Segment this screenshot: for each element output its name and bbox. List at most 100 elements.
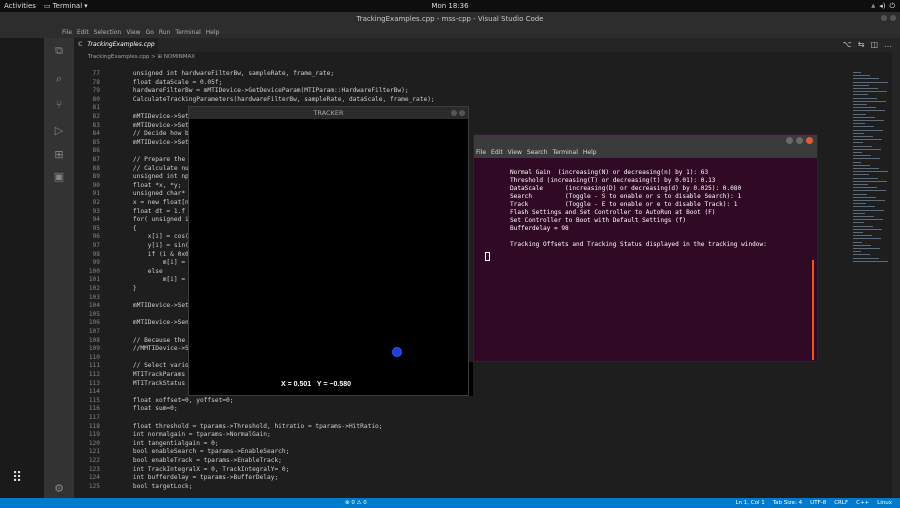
line-number: 86: [92, 147, 100, 155]
code-line[interactable]: 79 hardwareFilterBw = mMTIDevice->GetDev…: [74, 87, 834, 95]
code-line[interactable]: 116 float sum=0;: [74, 405, 834, 413]
menu-run[interactable]: Run: [159, 29, 171, 36]
code-text: unsigned char* m;: [118, 190, 197, 198]
tab-trackingexamples[interactable]: C TrackingExamples.cpp ×: [74, 38, 158, 62]
terminal-line: Set Controller to Boot with Default Sett…: [510, 217, 687, 224]
extensions-icon[interactable]: ⊞: [52, 148, 66, 162]
code-line[interactable]: 80 CalculateTrackingParameters(hardwareF…: [74, 96, 834, 104]
terminal-close-button[interactable]: [806, 137, 813, 144]
tab-label: TrackingExamples.cpp: [87, 41, 155, 48]
menu-view[interactable]: View: [126, 29, 140, 36]
line-number: 118: [88, 422, 100, 430]
terminal-output[interactable]: Normal Gain (increasing(N) or decreasing…: [510, 169, 767, 249]
code-line[interactable]: 118 float threshold = tparams->Threshold…: [74, 423, 834, 431]
remote-explorer-icon[interactable]: ▣: [52, 170, 66, 184]
minimap-line: [853, 142, 863, 144]
chevron-down-icon: ▾: [84, 2, 88, 10]
minimap-line: [853, 219, 883, 221]
line-number: 88: [92, 164, 100, 172]
terminal-menu-help[interactable]: Help: [583, 147, 597, 158]
code-text: x[i] = cos( 1: [118, 233, 197, 241]
terminal-maximize-button[interactable]: [796, 137, 803, 144]
terminal-menu-file[interactable]: File: [476, 147, 486, 158]
compare-icon[interactable]: ⌥: [843, 38, 852, 52]
terminal-scrollbar[interactable]: [812, 260, 814, 360]
code-text: for( unsigned int: [118, 216, 197, 224]
terminal-menu-edit[interactable]: Edit: [491, 147, 503, 158]
terminal-title-bar[interactable]: [474, 135, 817, 147]
menu-file[interactable]: File: [62, 29, 72, 36]
code-text: {: [118, 224, 137, 232]
editor-scrollbar[interactable]: [892, 52, 900, 498]
explorer-icon[interactable]: ⧉: [52, 44, 66, 58]
line-number: 95: [92, 224, 100, 232]
code-line[interactable]: 124 int bufferdelay = tparams->BufferDel…: [74, 474, 834, 482]
tab-size[interactable]: Tab Size: 4: [773, 498, 802, 508]
menu-help[interactable]: Help: [206, 29, 220, 36]
tracker-minimize-button[interactable]: [451, 110, 457, 116]
minimap-line: [853, 158, 880, 160]
show-applications-icon[interactable]: ⠿: [12, 470, 22, 486]
terminal-menu-search[interactable]: Search: [527, 147, 548, 158]
code-text: int bufferdelay = tparams->BufferDelay;: [118, 474, 279, 482]
settings-gear-icon[interactable]: ⚙: [52, 482, 66, 496]
minimap-line: [853, 97, 877, 99]
menu-go[interactable]: Go: [146, 29, 154, 36]
minimap-line: [853, 190, 886, 192]
menu-terminal[interactable]: Terminal: [175, 29, 200, 36]
problems-indicator[interactable]: ⊗ 0 ⚠ 0: [345, 498, 367, 508]
code-line[interactable]: 125 bool targetLock;: [74, 483, 834, 491]
code-text: // Prepare the nu: [118, 156, 197, 163]
language-mode[interactable]: C++: [856, 498, 869, 508]
code-line[interactable]: 122 bool enableTrack = tparams->EnableTr…: [74, 457, 834, 465]
code-line[interactable]: 117: [74, 414, 834, 422]
more-actions-icon[interactable]: …: [884, 38, 892, 52]
split-editor-icon[interactable]: ◫: [870, 38, 878, 52]
source-control-icon[interactable]: ⑂: [52, 98, 66, 112]
code-text: float threshold = tparams->Threshold, hi…: [118, 422, 383, 430]
minimap-line: [853, 164, 870, 166]
code-text: else: [118, 267, 163, 275]
run-debug-icon[interactable]: ▷: [52, 124, 66, 138]
code-text: // Decide how big: [118, 130, 197, 138]
cursor-position[interactable]: Ln 1, Col 1: [735, 498, 764, 508]
line-number: 112: [88, 371, 100, 378]
close-button[interactable]: [890, 15, 896, 21]
line-number: 85: [92, 138, 100, 146]
status-bar: ⊗ 0 ⚠ 0 Ln 1, Col 1 Tab Size: 4 UTF-8 CR…: [0, 498, 900, 508]
code-line[interactable]: 77 unsigned int hardwareFilterBw, sample…: [74, 70, 834, 78]
tracker-title-bar[interactable]: TRACKER: [189, 107, 468, 119]
minimize-button[interactable]: [881, 15, 887, 21]
tracker-edge-shadow: [469, 362, 473, 396]
terminal-menu-view[interactable]: View: [508, 147, 522, 158]
tracker-title: TRACKER: [313, 109, 344, 117]
platform[interactable]: Linux: [877, 498, 892, 508]
terminal-window[interactable]: File Edit View Search Terminal Help Norm…: [473, 134, 818, 362]
code-line[interactable]: 120 int tangentialgain = 0;: [74, 440, 834, 448]
search-icon[interactable]: ⌕: [52, 72, 66, 86]
open-changes-icon[interactable]: ⇆: [858, 38, 865, 52]
minimap-line: [853, 254, 870, 256]
line-ending[interactable]: CRLF: [834, 498, 848, 508]
code-line[interactable]: 115 float xoffset=0, yoffset=0;: [74, 397, 834, 405]
menu-selection[interactable]: Selection: [94, 29, 122, 36]
tracker-window[interactable]: TRACKER X = 0.501 Y = −0.580: [188, 106, 469, 396]
code-line[interactable]: 119 int normalgain = tparams->NormalGain…: [74, 431, 834, 439]
terminal-menu-terminal[interactable]: Terminal: [553, 147, 578, 158]
system-tray[interactable]: ⩓ ◂) ⏻: [871, 0, 895, 12]
breadcrumb[interactable]: TrackingExamples.cpp > ⊞ NOMINMAX: [74, 52, 900, 62]
app-menu-button[interactable]: ▭ Terminal ▾: [44, 2, 88, 10]
clock[interactable]: Mon 18:36: [0, 2, 900, 10]
terminal-minimize-button[interactable]: [786, 137, 793, 144]
encoding[interactable]: UTF-8: [810, 498, 826, 508]
code-line[interactable]: 78 float dataScale = 0.05f;: [74, 79, 834, 87]
minimap-line: [853, 193, 867, 195]
minimap-line: [853, 196, 876, 198]
minimap[interactable]: [850, 52, 890, 498]
tracker-close-button[interactable]: [459, 110, 465, 116]
menu-edit[interactable]: Edit: [77, 29, 89, 36]
line-number: 101: [88, 276, 100, 284]
code-line[interactable]: 123 int TrackIntegralX = 0, TrackIntegra…: [74, 466, 834, 474]
activities-button[interactable]: Activities: [4, 2, 36, 10]
code-line[interactable]: 121 bool enableSearch = tparams->EnableS…: [74, 448, 834, 456]
